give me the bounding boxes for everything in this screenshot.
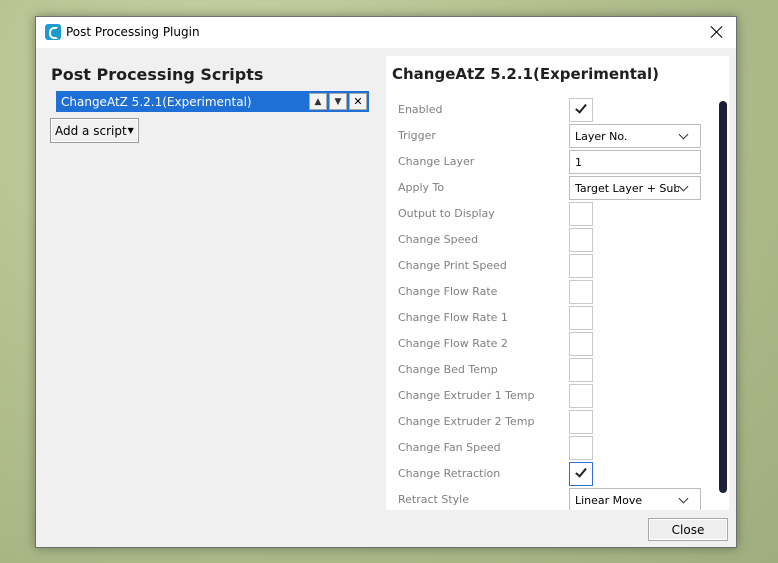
setting-row: Change Print Speed [386, 253, 716, 279]
setting-row: Trigger Layer No. [386, 123, 716, 149]
setting-checkbox[interactable] [569, 98, 593, 122]
setting-row: Change Layer 1 [386, 149, 716, 175]
setting-checkbox[interactable] [569, 306, 593, 330]
settings-scrollbar[interactable] [719, 101, 727, 493]
setting-row: Change Extruder 2 Temp [386, 409, 716, 435]
setting-label: Retract Style [398, 493, 469, 506]
add-script-label: Add a script [55, 123, 127, 138]
close-window-icon[interactable] [708, 23, 726, 41]
setting-checkbox[interactable] [569, 202, 593, 226]
setting-label: Change Flow Rate 2 [398, 337, 508, 350]
select-value: Linear Move [575, 494, 643, 507]
setting-checkbox[interactable] [569, 384, 593, 408]
setting-checkbox[interactable] [569, 254, 593, 278]
setting-row: Output to Display [386, 201, 716, 227]
setting-row: Change Flow Rate 1 [386, 305, 716, 331]
select-value: Layer No. [575, 130, 628, 143]
setting-checkbox[interactable] [569, 228, 593, 252]
setting-select[interactable]: Target Layer + Subsequent Layers [569, 176, 701, 200]
setting-row: Change Bed Temp [386, 357, 716, 383]
move-up-button[interactable]: ▲ [309, 93, 327, 110]
checkmark-icon [575, 465, 587, 478]
setting-row: Change Flow Rate [386, 279, 716, 305]
setting-label: Change Extruder 2 Temp [398, 415, 535, 428]
setting-row: Change Retraction [386, 461, 716, 487]
panel-title: ChangeAtZ 5.2.1(Experimental) [392, 65, 659, 83]
setting-row: Change Flow Rate 2 [386, 331, 716, 357]
setting-checkbox[interactable] [569, 436, 593, 460]
move-down-button[interactable]: ▼ [329, 93, 347, 110]
close-button-label: Close [671, 522, 705, 537]
setting-label: Change Retraction [398, 467, 501, 480]
setting-label: Change Flow Rate 1 [398, 311, 508, 324]
setting-text-input[interactable]: 1 [569, 150, 701, 174]
script-settings-panel: ChangeAtZ 5.2.1(Experimental) Enabled Tri… [386, 56, 729, 510]
setting-label: Change Flow Rate [398, 285, 498, 298]
close-button[interactable]: Close [648, 518, 728, 541]
script-item-label: ChangeAtZ 5.2.1(Experimental) [61, 94, 252, 109]
setting-label: Trigger [398, 129, 436, 142]
setting-checkbox[interactable] [569, 280, 593, 304]
setting-label: Change Layer [398, 155, 475, 168]
setting-label: Enabled [398, 103, 443, 116]
chevron-down-icon [678, 181, 689, 192]
remove-script-button[interactable]: ✕ [349, 93, 367, 110]
setting-label: Change Speed [398, 233, 479, 246]
setting-row: Change Extruder 1 Temp [386, 383, 716, 409]
add-script-button[interactable]: Add a script ▼ [50, 118, 139, 143]
setting-label: Change Print Speed [398, 259, 507, 272]
setting-checkbox[interactable] [569, 332, 593, 356]
checkmark-icon [575, 101, 587, 114]
setting-row: Apply To Target Layer + Subsequent Layers [386, 175, 716, 201]
window-title: Post Processing Plugin [66, 25, 200, 39]
setting-label: Change Bed Temp [398, 363, 498, 376]
cura-icon [45, 24, 61, 40]
setting-row: Enabled [386, 97, 716, 123]
setting-select[interactable]: Layer No. [569, 124, 701, 148]
scripts-header: Post Processing Scripts [51, 65, 264, 84]
setting-label: Change Fan Speed [398, 441, 501, 454]
setting-checkbox[interactable] [569, 358, 593, 382]
setting-label: Change Extruder 1 Temp [398, 389, 535, 402]
script-item-controls: ▲ ▼ ✕ [309, 93, 367, 110]
script-list-item[interactable]: ChangeAtZ 5.2.1(Experimental) ▲ ▼ ✕ [56, 91, 369, 112]
setting-checkbox[interactable] [569, 462, 593, 486]
dropdown-caret-icon: ▼ [127, 126, 134, 135]
title-bar: Post Processing Plugin [36, 17, 736, 48]
post-processing-dialog: Post Processing Plugin Post Processing S… [35, 16, 737, 548]
chevron-down-icon [678, 129, 689, 140]
setting-row: Retract Style Linear Move [386, 487, 716, 510]
setting-checkbox[interactable] [569, 410, 593, 434]
setting-row: Change Fan Speed [386, 435, 716, 461]
setting-row: Change Speed [386, 227, 716, 253]
setting-select[interactable]: Linear Move [569, 488, 701, 510]
select-value: Target Layer + Subsequent Layers [575, 182, 679, 195]
setting-label: Apply To [398, 181, 445, 194]
setting-label: Output to Display [398, 207, 495, 220]
chevron-down-icon [678, 493, 689, 504]
